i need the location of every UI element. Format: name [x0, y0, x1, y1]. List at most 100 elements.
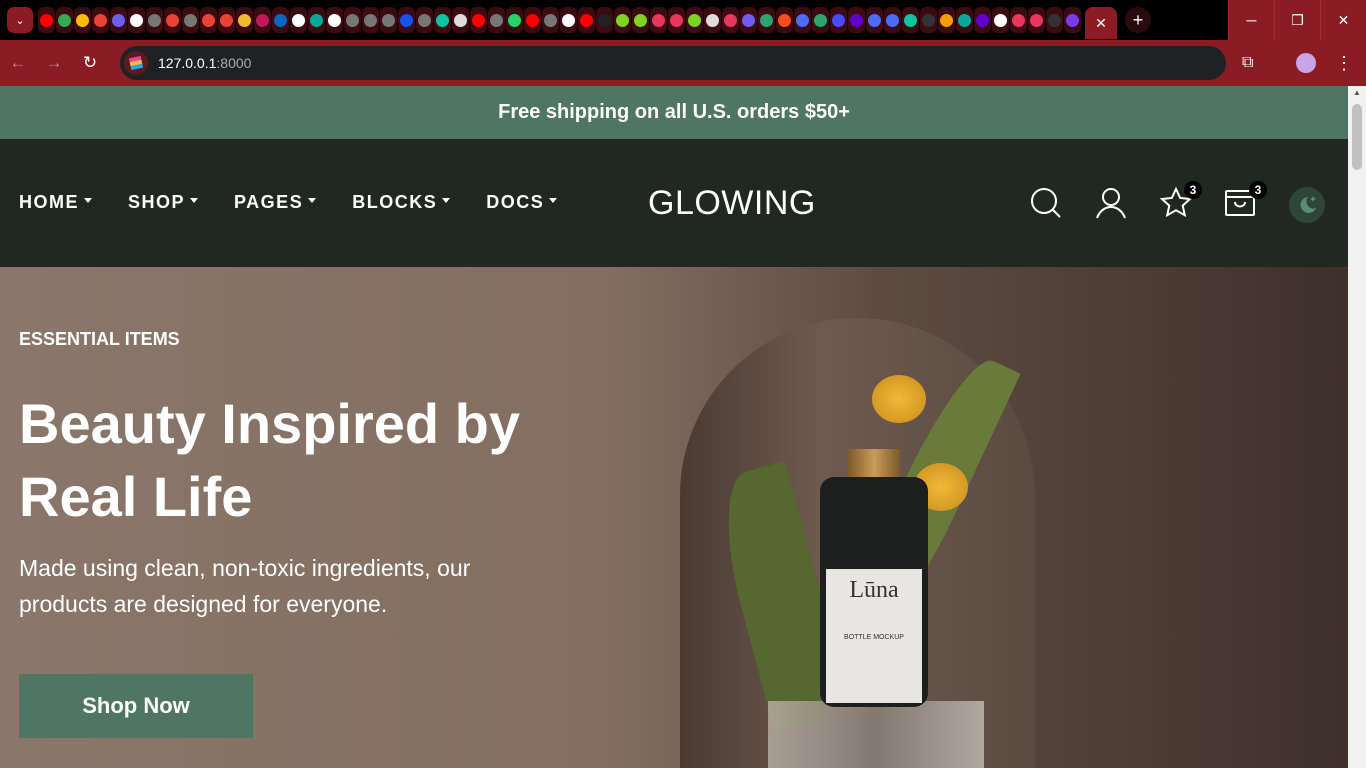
pinned-tab[interactable] — [236, 7, 253, 33]
pinned-tab[interactable] — [398, 7, 415, 33]
wishlist-star-icon[interactable]: 3 — [1158, 181, 1202, 221]
pinned-tab[interactable] — [362, 7, 379, 33]
pinned-tab[interactable] — [938, 7, 955, 33]
active-tab[interactable]: ✕ — [1085, 7, 1117, 39]
pinned-tab[interactable] — [740, 7, 757, 33]
page-scrollbar[interactable]: ▲ — [1348, 86, 1366, 768]
pinned-tab[interactable] — [92, 7, 109, 33]
leaf-icon — [688, 13, 701, 27]
pinned-tab[interactable] — [578, 7, 595, 33]
pinned-tab[interactable] — [758, 7, 775, 33]
whatsapp-icon — [508, 13, 521, 27]
minimize-button[interactable]: ─ — [1228, 0, 1274, 40]
pinned-tab[interactable] — [470, 7, 487, 33]
pinned-tab[interactable] — [650, 7, 667, 33]
browser-menu-icon[interactable]: ⋮ — [1335, 53, 1353, 74]
bootstrap-icon — [1066, 13, 1079, 27]
pinned-tab[interactable] — [110, 7, 127, 33]
pinned-tab[interactable] — [506, 7, 523, 33]
pinned-tab[interactable] — [902, 7, 919, 33]
pinned-tab[interactable] — [920, 7, 937, 33]
nav-blocks[interactable]: BLOCKS — [352, 192, 450, 213]
pinned-tab[interactable] — [614, 7, 631, 33]
pinned-tab[interactable] — [632, 7, 649, 33]
pinned-tab[interactable] — [254, 7, 271, 33]
reload-button[interactable]: ↻ — [72, 53, 108, 73]
restore-button[interactable]: ❐ — [1274, 0, 1320, 40]
pinned-tab[interactable] — [812, 7, 829, 33]
pinned-tab[interactable] — [56, 7, 73, 33]
dark-mode-toggle[interactable] — [1289, 187, 1325, 223]
pinned-tab[interactable] — [830, 7, 847, 33]
close-tab-icon[interactable]: ✕ — [1095, 15, 1107, 32]
pinned-tab[interactable] — [434, 7, 451, 33]
pinned-tab[interactable] — [722, 7, 739, 33]
pinned-tab[interactable] — [866, 7, 883, 33]
pedestal — [768, 701, 984, 768]
pinned-tab[interactable] — [164, 7, 181, 33]
nav-pages[interactable]: PAGES — [234, 192, 316, 213]
bottle-label: Lūna BOTTLE MOCKUP — [826, 569, 922, 703]
pinned-tab[interactable] — [146, 7, 163, 33]
app-icon — [256, 13, 269, 27]
nav-shop[interactable]: SHOP — [128, 192, 198, 213]
back-button[interactable]: ← — [0, 53, 36, 73]
pinned-tab[interactable] — [74, 7, 91, 33]
hero-eyebrow: ESSENTIAL ITEMS — [19, 329, 180, 349]
cart-icon[interactable]: 3 — [1223, 181, 1267, 221]
forward-button[interactable]: → — [36, 53, 72, 73]
profile-avatar[interactable] — [1296, 53, 1316, 73]
pinned-tab[interactable] — [524, 7, 541, 33]
pinned-tab[interactable] — [380, 7, 397, 33]
pinned-tab[interactable] — [488, 7, 505, 33]
extensions-icon[interactable]: ⧉ — [1242, 54, 1253, 72]
pinned-tab[interactable] — [38, 7, 55, 33]
swirl-icon — [652, 13, 665, 27]
pinned-tab[interactable] — [794, 7, 811, 33]
q-app-icon — [436, 13, 449, 27]
pinned-tab[interactable] — [704, 7, 721, 33]
pinned-tab[interactable] — [182, 7, 199, 33]
pinned-tab[interactable] — [128, 7, 145, 33]
pinned-tab[interactable] — [272, 7, 289, 33]
site-info-icon[interactable] — [124, 51, 148, 75]
pinned-tab[interactable] — [686, 7, 703, 33]
nav-home[interactable]: HOME — [19, 192, 92, 213]
nav-docs[interactable]: DOCS — [486, 192, 557, 213]
pinned-tab[interactable] — [1046, 7, 1063, 33]
site-logo[interactable]: GLOWING — [648, 184, 816, 223]
globe-icon — [346, 13, 359, 27]
shop-now-button[interactable]: Shop Now — [19, 674, 253, 738]
pinned-tab[interactable] — [956, 7, 973, 33]
pinned-tab[interactable] — [1010, 7, 1027, 33]
new-tab-button[interactable]: + — [1125, 7, 1151, 33]
flower-decoration — [872, 375, 926, 423]
pinned-tab[interactable] — [218, 7, 235, 33]
pinned-tab[interactable] — [776, 7, 793, 33]
coinmarketcap-icon — [400, 13, 413, 27]
pinned-tab[interactable] — [542, 7, 559, 33]
pinned-tab[interactable] — [560, 7, 577, 33]
pinned-tab[interactable] — [452, 7, 469, 33]
url-text[interactable]: 127.0.0.1:8000 — [158, 55, 251, 71]
pinned-tab[interactable] — [290, 7, 307, 33]
pinned-tab[interactable] — [668, 7, 685, 33]
pinned-tab[interactable] — [326, 7, 343, 33]
pinned-tab[interactable] — [1028, 7, 1045, 33]
tab-search-button[interactable]: ⌄ — [7, 7, 33, 33]
pinned-tab[interactable] — [992, 7, 1009, 33]
account-icon[interactable] — [1093, 185, 1129, 221]
pinned-tab[interactable] — [848, 7, 865, 33]
pinned-tab[interactable] — [200, 7, 217, 33]
pinned-tab[interactable] — [596, 7, 613, 33]
pinned-tab[interactable] — [308, 7, 325, 33]
pinned-tab[interactable] — [974, 7, 991, 33]
web-page: Free shipping on all U.S. orders $50+ HO… — [0, 86, 1348, 768]
pinned-tab[interactable] — [416, 7, 433, 33]
pinned-tab[interactable] — [1064, 7, 1081, 33]
search-icon[interactable] — [1028, 185, 1064, 221]
close-window-button[interactable]: ✕ — [1320, 0, 1366, 40]
pinned-tab[interactable] — [344, 7, 361, 33]
pinned-tab[interactable] — [884, 7, 901, 33]
address-bar[interactable]: 127.0.0.1:8000 — [120, 46, 1226, 80]
